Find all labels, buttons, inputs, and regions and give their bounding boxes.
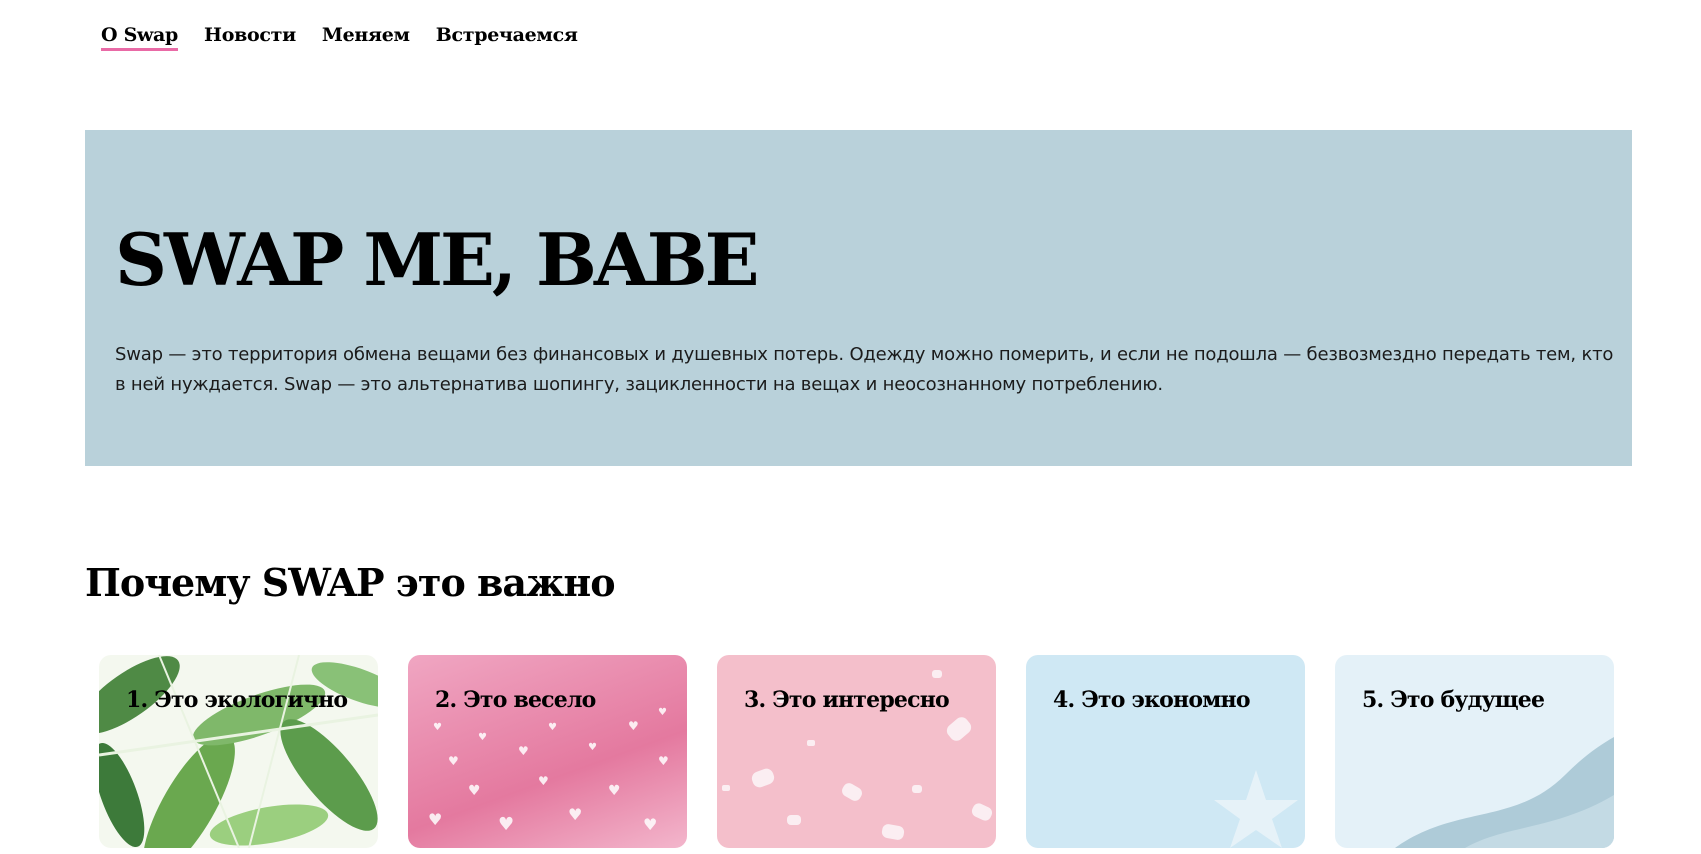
card-interesting[interactable]: 3. Это интересно — [717, 655, 996, 848]
card-economical[interactable]: 4. Это экономно — [1026, 655, 1305, 848]
svg-text:♥: ♥ — [658, 707, 667, 718]
card-future[interactable]: 5. Это будущее — [1335, 655, 1614, 848]
svg-text:♥: ♥ — [588, 742, 597, 753]
marshmallows-image — [722, 670, 993, 840]
svg-text:♥: ♥ — [428, 810, 442, 829]
hearts-image: ♥ ♥ ♥ ♥ ♥ ♥ ♥ ♥ ♥ ♥ ♥ ♥ ♥ ♥ ♥ ♥ — [428, 707, 669, 835]
card-title: 5. Это будущее — [1362, 687, 1545, 713]
card-title: 2. Это весело — [435, 687, 596, 713]
nav-item-meetings[interactable]: Встречаемся — [436, 24, 578, 51]
card-title: 4. Это экономно — [1053, 687, 1251, 713]
star-image — [1214, 770, 1298, 848]
hero-banner: SWAP ME, BABE Swap — это территория обме… — [85, 130, 1632, 466]
svg-text:♥: ♥ — [548, 722, 557, 733]
card-ecological[interactable]: 1. Это экологично — [99, 655, 378, 848]
svg-text:♥: ♥ — [628, 719, 639, 733]
svg-text:♥: ♥ — [658, 754, 669, 768]
svg-text:♥: ♥ — [518, 744, 529, 758]
card-fun[interactable]: ♥ ♥ ♥ ♥ ♥ ♥ ♥ ♥ ♥ ♥ ♥ ♥ ♥ ♥ ♥ ♥ 2. Это в… — [408, 655, 687, 848]
nav-item-about[interactable]: О Swap — [101, 24, 178, 51]
svg-text:♥: ♥ — [568, 805, 582, 824]
svg-text:♥: ♥ — [643, 815, 657, 834]
svg-text:♥: ♥ — [498, 814, 514, 835]
card-title: 3. Это интересно — [744, 687, 950, 713]
main-nav: О Swap Новости Меняем Встречаемся — [101, 24, 578, 51]
reasons-cards: 1. Это экологично ♥ ♥ ♥ ♥ ♥ ♥ ♥ ♥ ♥ ♥ ♥ … — [99, 655, 1614, 848]
svg-text:♥: ♥ — [608, 783, 621, 799]
nav-item-news[interactable]: Новости — [204, 24, 296, 51]
hero-description: Swap — это территория обмена вещами без … — [115, 344, 1614, 395]
svg-text:♥: ♥ — [448, 754, 459, 768]
svg-text:♥: ♥ — [433, 722, 442, 733]
nav-item-exchange[interactable]: Меняем — [322, 24, 410, 51]
wave-image — [1395, 737, 1614, 848]
svg-text:♥: ♥ — [468, 783, 481, 799]
section-title: Почему SWAP это важно — [85, 560, 616, 605]
leaves-image — [99, 655, 378, 848]
svg-text:♥: ♥ — [478, 732, 487, 743]
hero-title: SWAP ME, BABE — [115, 217, 759, 302]
card-title: 1. Это экологично — [126, 687, 348, 713]
svg-text:♥: ♥ — [538, 774, 549, 788]
